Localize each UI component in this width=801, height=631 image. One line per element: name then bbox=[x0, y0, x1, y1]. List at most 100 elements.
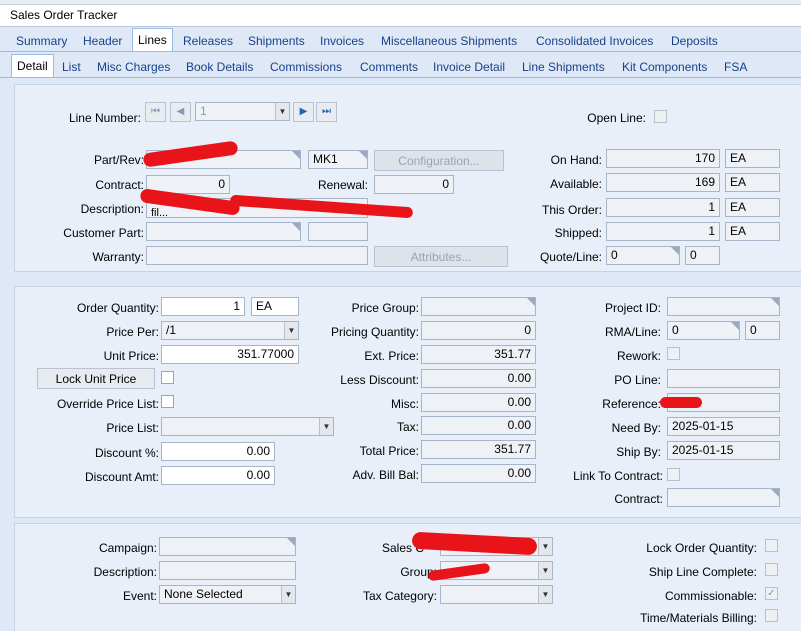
on-hand-field: 170 bbox=[606, 149, 720, 168]
tab-misc-shipments[interactable]: Miscellaneous Shipments bbox=[376, 30, 522, 52]
tab-list[interactable]: List bbox=[57, 56, 86, 78]
tab-summary[interactable]: Summary bbox=[11, 30, 72, 52]
campaign-label: Campaign: bbox=[98, 541, 157, 555]
next-record-icon[interactable]: ▶ bbox=[293, 102, 314, 122]
misc-label: Misc: bbox=[391, 397, 419, 411]
contract-label-2: Contract: bbox=[614, 492, 663, 506]
rma-field[interactable]: 0 bbox=[667, 321, 740, 340]
tab-fsa[interactable]: FSA bbox=[719, 56, 752, 78]
link-to-contract-checkbox[interactable] bbox=[667, 468, 680, 481]
price-per-label: Price Per: bbox=[106, 325, 159, 339]
lock-order-quantity-checkbox[interactable] bbox=[765, 539, 778, 552]
group-label: Group: bbox=[400, 565, 437, 579]
tab-detail[interactable]: Detail bbox=[11, 54, 54, 78]
order-uom-field[interactable]: EA bbox=[251, 297, 299, 316]
ship-by-field[interactable]: 2025-01-15 bbox=[667, 441, 780, 460]
tab-invoices[interactable]: Invoices bbox=[315, 30, 369, 52]
shipped-uom: EA bbox=[725, 222, 780, 241]
tab-book-details[interactable]: Book Details bbox=[181, 56, 258, 78]
tab-releases[interactable]: Releases bbox=[178, 30, 238, 52]
renewal-field[interactable]: 0 bbox=[374, 175, 454, 194]
tax-label: Tax: bbox=[396, 420, 419, 434]
tab-line-shipments[interactable]: Line Shipments bbox=[517, 56, 610, 78]
customer-rev-field[interactable] bbox=[308, 222, 368, 241]
this-order-label: This Order: bbox=[541, 203, 602, 217]
tab-comments[interactable]: Comments bbox=[355, 56, 423, 78]
order-quantity-field[interactable]: 1 bbox=[161, 297, 245, 316]
po-line-label: PO Line: bbox=[614, 373, 661, 387]
project-id-field[interactable] bbox=[667, 297, 780, 316]
first-record-icon[interactable]: ⏮ bbox=[145, 102, 166, 122]
event-select[interactable]: None Selected ▼ bbox=[159, 585, 296, 604]
available-label: Available: bbox=[550, 177, 602, 191]
need-by-field[interactable]: 2025-01-15 bbox=[667, 417, 780, 436]
contract-field-2[interactable] bbox=[667, 488, 780, 507]
link-to-contract-label: Link To Contract: bbox=[573, 469, 663, 483]
discount-percent-field[interactable]: 0.00 bbox=[161, 442, 275, 461]
tab-header[interactable]: Header bbox=[78, 30, 127, 52]
lock-unit-price-button[interactable]: Lock Unit Price bbox=[37, 368, 155, 389]
on-hand-label: On Hand: bbox=[550, 153, 602, 167]
sales-category-label: Sales C bbox=[382, 541, 425, 555]
warranty-field[interactable] bbox=[146, 246, 368, 265]
project-id-label: Project ID: bbox=[604, 301, 661, 315]
quote-line-field[interactable]: 0 bbox=[685, 246, 720, 265]
ext-price-label: Ext. Price: bbox=[364, 349, 419, 363]
warranty-label: Warranty: bbox=[92, 250, 144, 264]
tab-invoice-detail[interactable]: Invoice Detail bbox=[428, 56, 510, 78]
rework-checkbox[interactable] bbox=[667, 347, 680, 360]
customer-part-field[interactable] bbox=[146, 222, 301, 241]
tab-commissions[interactable]: Commissions bbox=[265, 56, 347, 78]
shipped-label: Shipped: bbox=[554, 226, 602, 240]
bottom-description-label: Description: bbox=[93, 565, 157, 579]
discount-percent-label: Discount %: bbox=[94, 446, 159, 460]
ship-line-complete-label: Ship Line Complete: bbox=[648, 565, 757, 579]
tab-consolidated-invoices[interactable]: Consolidated Invoices bbox=[531, 30, 658, 52]
open-line-checkbox[interactable] bbox=[654, 110, 667, 123]
price-group-label: Price Group: bbox=[351, 301, 419, 315]
rework-label: Rework: bbox=[616, 349, 661, 363]
override-price-list-checkbox[interactable] bbox=[161, 395, 174, 408]
bottom-description-field[interactable] bbox=[159, 561, 296, 580]
rev-field[interactable]: MK1 bbox=[308, 150, 368, 169]
renewal-label: Renewal: bbox=[317, 178, 368, 192]
redaction-mark bbox=[660, 397, 702, 408]
order-quantity-label: Order Quantity: bbox=[76, 301, 159, 315]
tab-misc-charges[interactable]: Misc Charges bbox=[92, 56, 175, 78]
commissionable-checkbox[interactable]: ✓ bbox=[765, 587, 778, 600]
chevron-down-icon: ▼ bbox=[538, 586, 552, 603]
line-number-label: Line Number: bbox=[68, 111, 141, 125]
attributes-button[interactable]: Attributes... bbox=[374, 246, 508, 267]
lock-unit-price-checkbox[interactable] bbox=[161, 371, 174, 384]
po-line-field[interactable] bbox=[667, 369, 780, 388]
configuration-button[interactable]: Configuration... bbox=[374, 150, 504, 171]
available-uom: EA bbox=[725, 173, 780, 192]
open-line-label: Open Line: bbox=[587, 111, 646, 125]
tab-deposits[interactable]: Deposits bbox=[666, 30, 723, 52]
last-record-icon[interactable]: ⏭ bbox=[316, 102, 337, 122]
on-hand-uom: EA bbox=[725, 149, 780, 168]
tab-shipments[interactable]: Shipments bbox=[243, 30, 310, 52]
pricing-quantity-label: Pricing Quantity: bbox=[330, 325, 419, 339]
campaign-field[interactable] bbox=[159, 537, 296, 556]
tab-lines[interactable]: Lines bbox=[132, 28, 173, 52]
time-materials-billing-checkbox[interactable] bbox=[765, 609, 778, 622]
price-per-select[interactable]: /1 ▼ bbox=[161, 321, 299, 340]
event-label: Event: bbox=[122, 589, 157, 603]
part-rev-label: Part/Rev: bbox=[93, 153, 144, 167]
prev-record-icon[interactable]: ◀ bbox=[170, 102, 191, 122]
rma-line-field[interactable]: 0 bbox=[745, 321, 780, 340]
less-discount-label: Less Discount: bbox=[340, 373, 419, 387]
tax-category-select[interactable]: ▼ bbox=[440, 585, 553, 604]
discount-amt-field[interactable]: 0.00 bbox=[161, 466, 275, 485]
override-price-list-label: Override Price List: bbox=[56, 397, 159, 411]
pricing-quantity-field: 0 bbox=[421, 321, 536, 340]
tab-kit-components[interactable]: Kit Components bbox=[617, 56, 712, 78]
chevron-down-icon: ▼ bbox=[284, 322, 298, 339]
unit-price-field[interactable]: 351.77000 bbox=[161, 345, 299, 364]
line-number-select[interactable]: 1 ▼ bbox=[195, 102, 290, 121]
price-group-field[interactable] bbox=[421, 297, 536, 316]
quote-field[interactable]: 0 bbox=[606, 246, 680, 265]
need-by-label: Need By: bbox=[611, 421, 661, 435]
ship-line-complete-checkbox[interactable] bbox=[765, 563, 778, 576]
